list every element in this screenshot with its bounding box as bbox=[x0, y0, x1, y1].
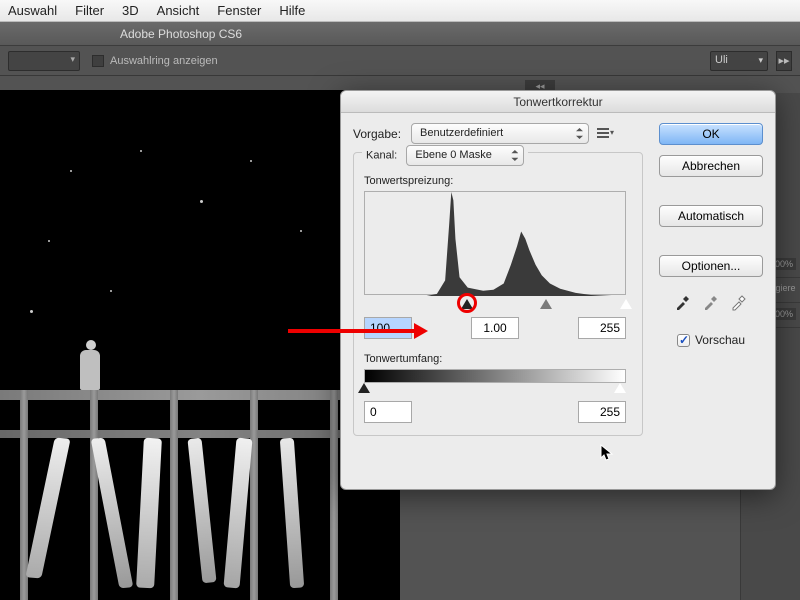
auto-button[interactable]: Automatisch bbox=[659, 205, 763, 227]
options-button[interactable]: Optionen... bbox=[659, 255, 763, 277]
highlight-input[interactable] bbox=[578, 317, 626, 339]
dialog-title: Tonwertkorrektur bbox=[341, 91, 775, 113]
workspace-dropdown[interactable]: Uli bbox=[710, 51, 768, 71]
preview-checkbox[interactable] bbox=[677, 334, 690, 347]
show-selection-ring-label: Auswahlring anzeigen bbox=[110, 55, 218, 67]
levels-dialog: Tonwertkorrektur Vorgabe: Benutzerdefini… bbox=[340, 90, 776, 490]
highlight-slider[interactable] bbox=[620, 299, 632, 309]
annotation-arrow bbox=[288, 325, 428, 337]
show-selection-ring-checkbox[interactable] bbox=[92, 55, 104, 67]
input-levels-label: Tonwertspreizung: bbox=[364, 175, 632, 187]
gray-eyedropper-icon[interactable] bbox=[702, 293, 720, 311]
channel-label: Kanal: bbox=[366, 149, 397, 161]
selection-dropdown[interactable] bbox=[8, 51, 80, 71]
panel-toggle-icon[interactable]: ▸▸ bbox=[776, 51, 792, 71]
output-shadow-input[interactable] bbox=[364, 401, 412, 423]
white-eyedropper-icon[interactable] bbox=[730, 293, 748, 311]
app-title-bar: Adobe Photoshop CS6 bbox=[0, 22, 800, 46]
output-shadow-slider[interactable] bbox=[358, 383, 370, 393]
channel-dropdown[interactable]: Ebene 0 Maske bbox=[406, 145, 524, 166]
options-bar: Auswahlring anzeigen Uli ▸▸ bbox=[0, 46, 800, 76]
output-highlight-slider[interactable] bbox=[614, 383, 626, 393]
menu-item[interactable]: Fenster bbox=[217, 3, 261, 18]
annotation-circle bbox=[457, 293, 477, 313]
output-levels-label: Tonwertumfang: bbox=[364, 353, 632, 365]
output-gradient bbox=[364, 369, 626, 383]
preview-label: Vorschau bbox=[695, 333, 745, 347]
output-highlight-input[interactable] bbox=[578, 401, 626, 423]
menu-item[interactable]: Hilfe bbox=[279, 3, 305, 18]
gamma-input[interactable] bbox=[471, 317, 519, 339]
ok-button[interactable]: OK bbox=[659, 123, 763, 145]
histogram bbox=[364, 191, 626, 295]
menu-item[interactable]: Filter bbox=[75, 3, 104, 18]
cursor-icon bbox=[600, 444, 614, 462]
preset-label: Vorgabe: bbox=[353, 127, 411, 141]
app-title: Adobe Photoshop CS6 bbox=[120, 27, 242, 41]
menu-item[interactable]: Auswahl bbox=[8, 3, 57, 18]
mac-menubar[interactable]: Auswahl Filter 3D Ansicht Fenster Hilfe bbox=[0, 0, 800, 22]
black-eyedropper-icon[interactable] bbox=[674, 293, 692, 311]
midtone-slider[interactable] bbox=[540, 299, 552, 309]
preset-dropdown[interactable]: Benutzerdefiniert bbox=[411, 123, 589, 144]
channel-groupbox: Kanal: Ebene 0 Maske Tonwertspreizung: bbox=[353, 152, 643, 436]
menu-item[interactable]: Ansicht bbox=[157, 3, 200, 18]
output-slider-track[interactable] bbox=[364, 383, 626, 395]
cancel-button[interactable]: Abbrechen bbox=[659, 155, 763, 177]
input-slider-track[interactable] bbox=[364, 299, 626, 311]
preset-menu-icon[interactable] bbox=[597, 126, 615, 142]
menu-item[interactable]: 3D bbox=[122, 3, 139, 18]
